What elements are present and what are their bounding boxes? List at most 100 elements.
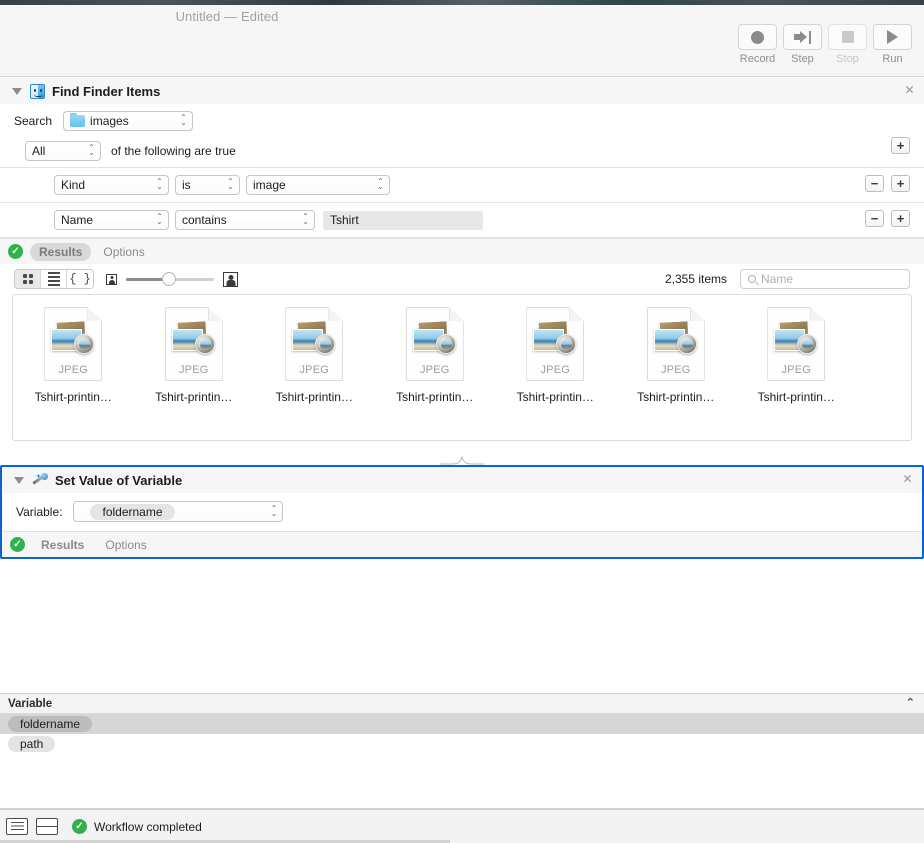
criterion-operator-select-1[interactable]: contains ⌃ ⌄: [175, 210, 315, 230]
results-panel[interactable]: JPEG Tshirt-printin… JPEG Tshirt-printin…: [12, 294, 912, 441]
add-criterion-button-1[interactable]: +: [891, 210, 910, 227]
record-button[interactable]: Record: [738, 24, 777, 65]
disclosure-triangle-icon[interactable]: [12, 87, 22, 95]
criterion-value-input-1[interactable]: Tshirt: [323, 210, 483, 230]
variable-panel-title: Variable: [8, 697, 53, 710]
result-item[interactable]: JPEG Tshirt-printin…: [375, 307, 496, 404]
success-check-icon: ✓: [8, 244, 23, 259]
list-view-button[interactable]: [41, 270, 67, 288]
view-mode-segmented-control[interactable]: { }: [14, 269, 94, 289]
action-header-find-finder-items[interactable]: Find Finder Items ✕: [0, 78, 924, 104]
variable-panel-header: Variable ⌃: [0, 694, 924, 714]
add-criterion-button[interactable]: +: [891, 137, 910, 154]
criterion-operator-value-0: is: [182, 178, 191, 192]
grid-view-button[interactable]: [15, 270, 41, 288]
action-title: Set Value of Variable: [55, 472, 183, 488]
action-find-finder-items[interactable]: Find Finder Items ✕ Search images ⌃ ⌄ Al…: [0, 78, 924, 441]
record-button-label: Record: [739, 53, 776, 65]
jpeg-file-icon: JPEG: [285, 307, 344, 381]
jpeg-file-icon: JPEG: [164, 307, 223, 381]
stop-button[interactable]: Stop: [828, 24, 867, 65]
add-criterion-button-0[interactable]: +: [891, 175, 910, 192]
item-count-label: 2,355 items: [664, 272, 727, 286]
chevron-updown-icon: ⌃ ⌄: [302, 212, 309, 226]
slider-knob[interactable]: [162, 272, 176, 286]
disclosure-triangle-icon[interactable]: [14, 476, 24, 484]
result-item[interactable]: JPEG Tshirt-printin…: [616, 307, 737, 404]
remove-criterion-button-1[interactable]: −: [865, 210, 884, 227]
match-mode-row: All ⌃ ⌄ of the following are true +: [0, 137, 924, 167]
run-controls-group: Record Step Stop Run: [738, 24, 912, 65]
action-header-set-value-of-variable[interactable]: Set Value of Variable ✕: [2, 467, 922, 493]
variable-row: Variable: foldername ⌃ ⌄: [2, 493, 922, 531]
result-item-kind: JPEG: [540, 364, 571, 376]
variable-panel: Variable ⌃ foldername path: [0, 693, 924, 809]
window-title: Untitled — Edited: [0, 9, 924, 24]
tab-options[interactable]: Options: [94, 243, 153, 261]
stop-button-cap: [828, 24, 867, 50]
chevron-updown-icon: ⌃ ⌄: [88, 143, 95, 157]
variable-select[interactable]: foldername ⌃ ⌄: [73, 501, 284, 522]
variable-list-empty-space: [0, 754, 924, 808]
chevron-updown-icon: ⌃ ⌄: [227, 177, 234, 191]
close-icon[interactable]: ✕: [904, 84, 915, 96]
chevron-updown-icon: ⌃ ⌄: [156, 212, 163, 226]
results-view-toolbar: { } 2,355 items Name: [0, 264, 924, 294]
result-item-name: Tshirt-printin…: [396, 390, 474, 404]
split-view-icon[interactable]: [35, 818, 58, 835]
criterion-value-0: image: [253, 178, 286, 192]
jpeg-file-icon: JPEG: [526, 307, 585, 381]
step-button-label: Step: [791, 53, 814, 65]
criterion-attribute-select-0[interactable]: Kind ⌃ ⌄: [54, 175, 169, 195]
run-button[interactable]: Run: [873, 24, 912, 65]
chevron-updown-icon: ⌃ ⌄: [180, 113, 187, 127]
jpeg-file-icon: JPEG: [646, 307, 705, 381]
close-icon[interactable]: ✕: [902, 473, 913, 485]
jpeg-file-icon: JPEG: [767, 307, 826, 381]
window-title-text: Untitled — Edited: [175, 9, 279, 24]
result-item-kind: JPEG: [660, 364, 691, 376]
preview-size-slider[interactable]: [126, 272, 214, 286]
variable-list-item-path[interactable]: path: [0, 734, 924, 754]
match-mode-select[interactable]: All ⌃ ⌄: [25, 141, 101, 161]
action-set-value-of-variable[interactable]: Set Value of Variable ✕ Variable: folder…: [0, 465, 924, 559]
result-item[interactable]: JPEG Tshirt-printin…: [134, 307, 255, 404]
result-item-kind: JPEG: [781, 364, 812, 376]
step-button-cap: [783, 24, 822, 50]
results-search-input[interactable]: Name: [740, 269, 910, 289]
result-item[interactable]: JPEG Tshirt-printin…: [736, 307, 857, 404]
stop-button-label: Stop: [836, 53, 859, 65]
variable-name: path: [8, 736, 56, 752]
list-view-icon: [47, 272, 60, 286]
small-preview-icon: [106, 273, 117, 285]
connector-notch-icon: [440, 449, 484, 465]
search-icon: [748, 275, 756, 283]
variable-value: foldername: [90, 503, 175, 520]
remove-criterion-button-0[interactable]: −: [865, 175, 884, 192]
search-location-value: images: [90, 114, 129, 128]
tab-options[interactable]: Options: [96, 536, 155, 554]
status-text: Workflow completed: [94, 819, 202, 834]
action-body-set-value-of-variable: Variable: foldername ⌃ ⌄ ✓ Results Option…: [2, 493, 922, 557]
search-location-select[interactable]: images ⌃ ⌄: [63, 111, 194, 131]
action-title: Find Finder Items: [52, 83, 161, 99]
criterion-operator-select-0[interactable]: is ⌃ ⌄: [175, 175, 240, 195]
jpeg-file-icon: JPEG: [405, 307, 464, 381]
criterion-attribute-select-1[interactable]: Name ⌃ ⌄: [54, 210, 169, 230]
success-check-icon: ✓: [72, 819, 87, 834]
tab-results[interactable]: Results: [30, 242, 92, 261]
criterion-value-select-0[interactable]: image ⌃ ⌄: [246, 175, 390, 195]
variable-list-item-foldername[interactable]: foldername: [0, 714, 924, 734]
result-item[interactable]: JPEG Tshirt-printin…: [254, 307, 375, 404]
step-button[interactable]: Step: [783, 24, 822, 65]
magic-wand-icon: [32, 472, 48, 488]
result-item-kind: JPEG: [419, 364, 450, 376]
code-view-button[interactable]: { }: [67, 270, 93, 288]
result-item[interactable]: JPEG Tshirt-printin…: [495, 307, 616, 404]
log-view-icon[interactable]: [6, 818, 28, 835]
run-button-label: Run: [882, 53, 903, 65]
tab-results[interactable]: Results: [32, 536, 93, 554]
result-item[interactable]: JPEG Tshirt-printin…: [13, 307, 134, 404]
result-item-name: Tshirt-printin…: [34, 390, 112, 404]
chevron-up-icon[interactable]: ⌃: [906, 698, 915, 709]
